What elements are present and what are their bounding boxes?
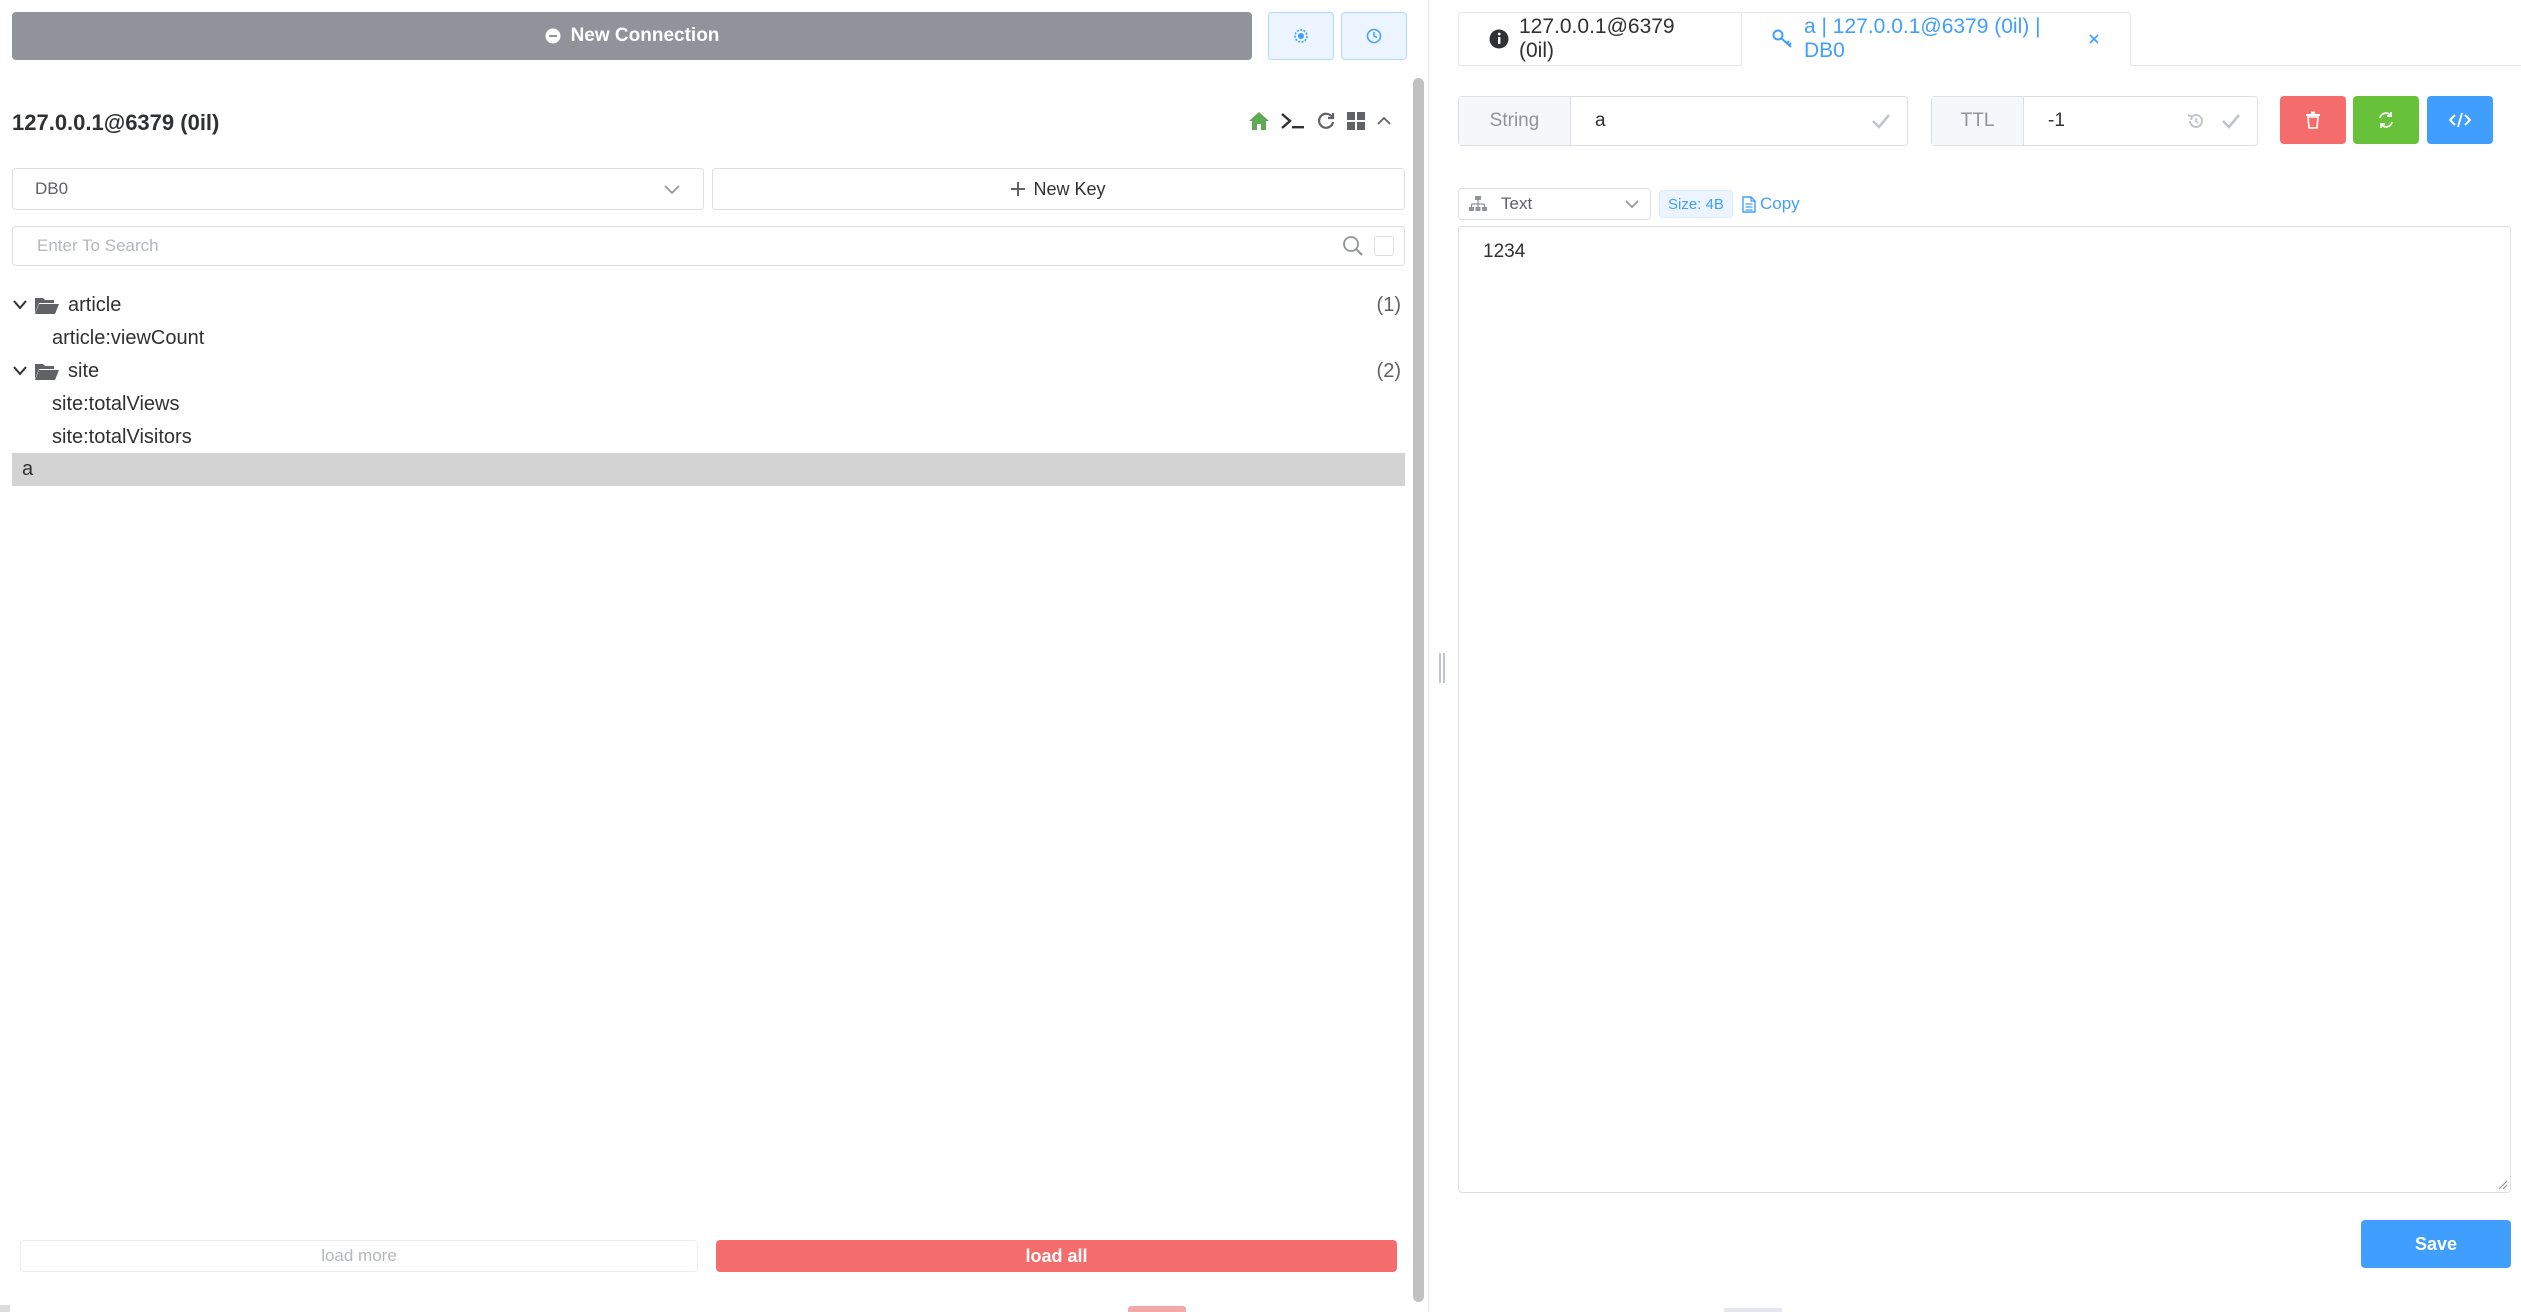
delete-key-button[interactable]	[2280, 96, 2346, 144]
tab-connection-info[interactable]: 127.0.0.1@6379 (0il)	[1458, 12, 1742, 66]
folder-name: site	[68, 359, 100, 382]
format-value: Text	[1501, 194, 1533, 213]
bottom-indicator	[1724, 1308, 1782, 1312]
search-icon[interactable]	[1342, 235, 1364, 257]
tab-key-a[interactable]: a | 127.0.0.1@6379 (0il) | DB0	[1741, 12, 2131, 66]
copy-label: Copy	[1760, 194, 1800, 213]
ttl-input[interactable]: -1	[2024, 110, 2187, 132]
document-icon	[1742, 195, 1756, 213]
ttl-label: TTL	[1932, 97, 2024, 145]
tree-key-site-totalvisitors[interactable]: site:totalVisitors	[52, 421, 192, 453]
key-name: site:totalViews	[52, 392, 180, 415]
chevron-down-icon	[663, 183, 681, 195]
tree-key-a-selected[interactable]: a	[12, 453, 1405, 486]
code-icon	[2449, 112, 2471, 128]
format-select[interactable]: Text	[1458, 188, 1651, 220]
panel-resize-handle[interactable]	[1439, 653, 1445, 683]
new-connection-label: New Connection	[570, 25, 720, 46]
refresh-icon	[2377, 111, 2395, 129]
value-editor[interactable]: 1234	[1458, 226, 2511, 1193]
chevron-up-icon[interactable]	[1376, 113, 1392, 129]
sitemap-icon	[1469, 196, 1487, 212]
ttl-group: TTL -1	[1931, 96, 2258, 146]
folder-count: (2)	[1376, 359, 1401, 382]
key-name: site:totalVisitors	[52, 425, 192, 448]
info-icon	[1489, 29, 1509, 49]
save-button[interactable]: Save	[2361, 1220, 2511, 1268]
load-all-button[interactable]: load all	[716, 1240, 1397, 1272]
terminal-icon[interactable]	[1280, 111, 1306, 131]
chevron-down-icon	[1624, 199, 1640, 209]
db-select[interactable]: DB0	[12, 168, 704, 210]
value-text: 1234	[1483, 241, 1526, 262]
tab-bar-border	[2131, 65, 2521, 66]
tab-bar-border	[1458, 65, 1742, 66]
tree-key-site-totalviews[interactable]: site:totalViews	[52, 388, 179, 420]
key-search	[12, 226, 1405, 266]
refresh-key-button[interactable]	[2353, 96, 2419, 144]
folder-name: article	[68, 293, 122, 316]
resize-grip-icon[interactable]	[2496, 1178, 2508, 1190]
tree-key-article-viewcount[interactable]: article:viewCount	[52, 322, 204, 354]
tree-folder-article[interactable]: article (1)	[12, 289, 1405, 321]
size-tag: Size: 4B	[1659, 190, 1733, 218]
chevron-down-icon	[12, 298, 28, 312]
key-name-group: String a	[1458, 96, 1908, 146]
home-icon[interactable]	[1248, 111, 1270, 131]
search-input[interactable]	[35, 235, 1342, 257]
key-icon	[1772, 29, 1794, 49]
new-connection-button[interactable]: New Connection	[12, 12, 1252, 60]
key-list-scrollbar[interactable]	[1413, 78, 1424, 1302]
refresh-icon[interactable]	[1316, 111, 1336, 131]
exact-search-checkbox[interactable]	[1374, 236, 1394, 256]
new-key-label: New Key	[1033, 178, 1106, 199]
clock-icon	[1366, 28, 1382, 44]
plus-icon	[1011, 182, 1026, 196]
close-icon[interactable]	[2088, 33, 2100, 45]
gear-icon	[1293, 28, 1309, 44]
key-name: article:viewCount	[52, 326, 205, 349]
folder-open-icon	[34, 295, 60, 315]
connection-toolbar	[1248, 111, 1392, 131]
db-select-value: DB0	[35, 179, 69, 198]
copy-button[interactable]: Copy	[1742, 191, 1800, 217]
bottom-indicator	[1128, 1306, 1186, 1312]
check-icon[interactable]	[2221, 113, 2241, 129]
window-corner	[0, 1305, 10, 1312]
folder-count: (1)	[1376, 293, 1401, 316]
trash-icon	[2305, 111, 2321, 129]
key-name-input[interactable]: a	[1571, 110, 1871, 132]
settings-button[interactable]	[1268, 12, 1334, 60]
undo-icon[interactable]	[2187, 112, 2205, 130]
new-key-button[interactable]: New Key	[712, 168, 1405, 210]
code-view-button[interactable]	[2427, 96, 2493, 144]
tab-label: a | 127.0.0.1@6379 (0il) | DB0	[1804, 15, 2041, 62]
key-name: a	[22, 458, 34, 480]
load-more-button[interactable]: load more	[20, 1240, 698, 1272]
tree-folder-site[interactable]: site (2)	[12, 355, 1405, 387]
key-type-label: String	[1459, 97, 1571, 145]
check-icon[interactable]	[1871, 113, 1891, 129]
folder-open-icon	[34, 361, 60, 381]
chevron-down-icon	[12, 364, 28, 378]
plus-circle-icon	[545, 28, 561, 44]
history-button[interactable]	[1341, 12, 1407, 60]
panel-divider	[1428, 0, 1429, 1312]
tab-label: 127.0.0.1@6379 (0il)	[1519, 15, 1675, 62]
grid-icon[interactable]	[1346, 111, 1366, 131]
connection-title: 127.0.0.1@6379 (0il)	[12, 110, 220, 135]
